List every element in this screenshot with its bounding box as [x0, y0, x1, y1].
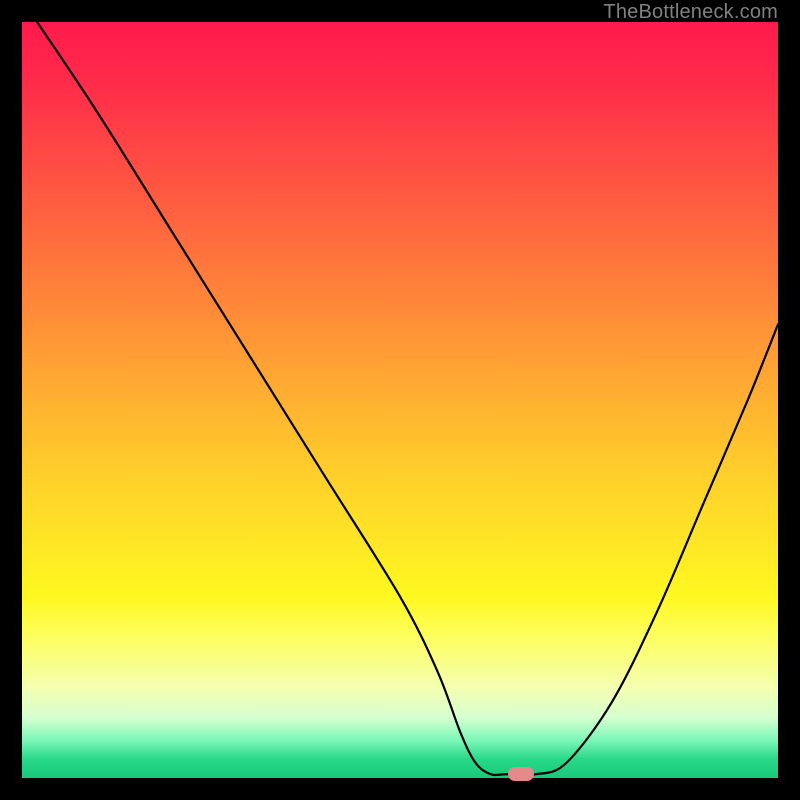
chart-frame: TheBottleneck.com — [0, 0, 800, 800]
plot-area — [22, 22, 778, 778]
curve-svg — [22, 22, 778, 778]
bottleneck-curve — [37, 22, 778, 775]
watermark-text: TheBottleneck.com — [603, 1, 778, 24]
optimum-marker — [508, 767, 534, 781]
